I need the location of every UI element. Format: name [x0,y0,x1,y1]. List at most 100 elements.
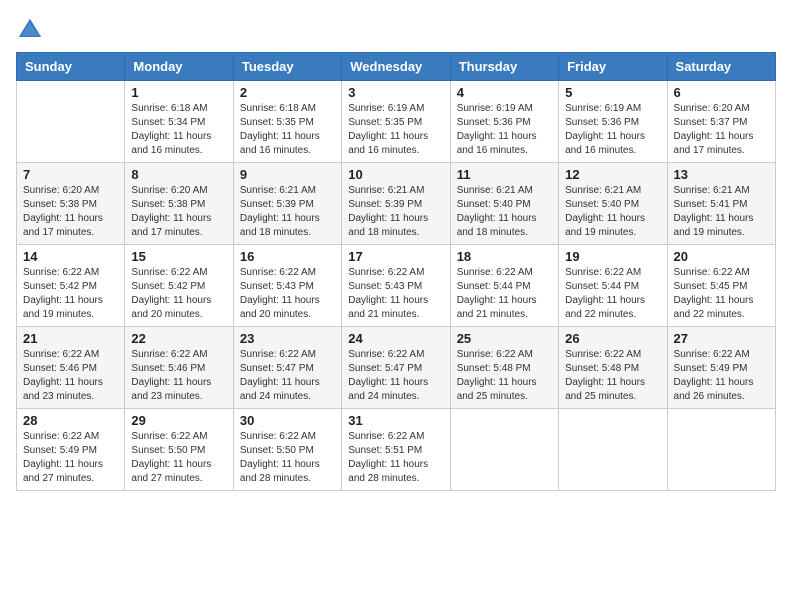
calendar-cell: 9 Sunrise: 6:21 AM Sunset: 5:39 PM Daylig… [233,163,341,245]
calendar-cell: 4 Sunrise: 6:19 AM Sunset: 5:36 PM Daylig… [450,81,558,163]
day-info: Sunrise: 6:22 AM Sunset: 5:51 PM Dayligh… [348,430,443,486]
weekday-header-sunday: Sunday [17,53,125,81]
day-info: Sunrise: 6:19 AM Sunset: 5:35 PM Dayligh… [348,102,443,158]
day-number: 18 [457,249,552,264]
day-number: 4 [457,85,552,100]
week-row-3: 14 Sunrise: 6:22 AM Sunset: 5:42 PM Dayli… [17,245,776,327]
day-number: 30 [240,413,335,428]
weekday-header-monday: Monday [125,53,233,81]
calendar-cell: 11 Sunrise: 6:21 AM Sunset: 5:40 PM Dayli… [450,163,558,245]
day-info: Sunrise: 6:21 AM Sunset: 5:40 PM Dayligh… [457,184,552,240]
day-number: 19 [565,249,660,264]
day-info: Sunrise: 6:22 AM Sunset: 5:46 PM Dayligh… [131,348,226,404]
calendar-cell [667,409,775,491]
calendar-cell: 26 Sunrise: 6:22 AM Sunset: 5:48 PM Dayli… [559,327,667,409]
day-number: 3 [348,85,443,100]
day-number: 22 [131,331,226,346]
day-number: 11 [457,167,552,182]
calendar-cell: 19 Sunrise: 6:22 AM Sunset: 5:44 PM Dayli… [559,245,667,327]
day-number: 17 [348,249,443,264]
calendar-cell: 25 Sunrise: 6:22 AM Sunset: 5:48 PM Dayli… [450,327,558,409]
day-number: 14 [23,249,118,264]
day-number: 27 [674,331,769,346]
week-row-4: 21Sunrise: 6:22 AM Sunset: 5:46 PM Dayli… [17,327,776,409]
day-info: Sunrise: 6:22 AM Sunset: 5:48 PM Dayligh… [565,348,660,404]
calendar-cell: 13 Sunrise: 6:21 AM Sunset: 5:41 PM Dayli… [667,163,775,245]
calendar-cell: 12 Sunrise: 6:21 AM Sunset: 5:40 PM Dayli… [559,163,667,245]
day-info: Sunrise: 6:21 AM Sunset: 5:39 PM Dayligh… [348,184,443,240]
day-info: Sunrise: 6:22 AM Sunset: 5:47 PM Dayligh… [348,348,443,404]
calendar-cell: 17 Sunrise: 6:22 AM Sunset: 5:43 PM Dayli… [342,245,450,327]
week-row-2: 7 Sunrise: 6:20 AM Sunset: 5:38 PM Daylig… [17,163,776,245]
calendar-cell: 24Sunrise: 6:22 AM Sunset: 5:47 PM Dayli… [342,327,450,409]
day-number: 7 [23,167,118,182]
day-number: 6 [674,85,769,100]
day-number: 2 [240,85,335,100]
calendar-cell [17,81,125,163]
day-number: 26 [565,331,660,346]
day-number: 15 [131,249,226,264]
day-info: Sunrise: 6:22 AM Sunset: 5:42 PM Dayligh… [131,266,226,322]
calendar-cell: 5Sunrise: 6:19 AM Sunset: 5:36 PM Daylig… [559,81,667,163]
calendar-cell: 10 Sunrise: 6:21 AM Sunset: 5:39 PM Dayli… [342,163,450,245]
day-number: 1 [131,85,226,100]
calendar-cell [450,409,558,491]
day-info: Sunrise: 6:22 AM Sunset: 5:50 PM Dayligh… [240,430,335,486]
day-info: Sunrise: 6:19 AM Sunset: 5:36 PM Dayligh… [565,102,660,158]
day-info: Sunrise: 6:19 AM Sunset: 5:36 PM Dayligh… [457,102,552,158]
calendar-cell: 21Sunrise: 6:22 AM Sunset: 5:46 PM Dayli… [17,327,125,409]
calendar-cell [559,409,667,491]
calendar-cell: 8Sunrise: 6:20 AM Sunset: 5:38 PM Daylig… [125,163,233,245]
day-info: Sunrise: 6:18 AM Sunset: 5:34 PM Dayligh… [131,102,226,158]
week-row-5: 28 Sunrise: 6:22 AM Sunset: 5:49 PM Dayli… [17,409,776,491]
day-info: Sunrise: 6:22 AM Sunset: 5:44 PM Dayligh… [565,266,660,322]
day-info: Sunrise: 6:22 AM Sunset: 5:42 PM Dayligh… [23,266,118,322]
day-info: Sunrise: 6:21 AM Sunset: 5:41 PM Dayligh… [674,184,769,240]
day-number: 16 [240,249,335,264]
calendar-cell: 6 Sunrise: 6:20 AM Sunset: 5:37 PM Daylig… [667,81,775,163]
day-info: Sunrise: 6:21 AM Sunset: 5:39 PM Dayligh… [240,184,335,240]
day-number: 25 [457,331,552,346]
weekday-header-saturday: Saturday [667,53,775,81]
calendar-cell: 22 Sunrise: 6:22 AM Sunset: 5:46 PM Dayli… [125,327,233,409]
calendar-cell: 2 Sunrise: 6:18 AM Sunset: 5:35 PM Daylig… [233,81,341,163]
day-number: 8 [131,167,226,182]
calendar-cell: 14 Sunrise: 6:22 AM Sunset: 5:42 PM Dayli… [17,245,125,327]
calendar-cell: 29 Sunrise: 6:22 AM Sunset: 5:50 PM Dayli… [125,409,233,491]
calendar-cell: 18Sunrise: 6:22 AM Sunset: 5:44 PM Dayli… [450,245,558,327]
day-number: 31 [348,413,443,428]
logo [16,16,48,44]
day-info: Sunrise: 6:20 AM Sunset: 5:37 PM Dayligh… [674,102,769,158]
day-info: Sunrise: 6:22 AM Sunset: 5:50 PM Dayligh… [131,430,226,486]
weekday-header-wednesday: Wednesday [342,53,450,81]
day-info: Sunrise: 6:22 AM Sunset: 5:43 PM Dayligh… [240,266,335,322]
day-info: Sunrise: 6:22 AM Sunset: 5:45 PM Dayligh… [674,266,769,322]
day-number: 28 [23,413,118,428]
day-number: 10 [348,167,443,182]
day-number: 29 [131,413,226,428]
day-number: 23 [240,331,335,346]
day-info: Sunrise: 6:22 AM Sunset: 5:43 PM Dayligh… [348,266,443,322]
calendar-table: SundayMondayTuesdayWednesdayThursdayFrid… [16,52,776,491]
day-info: Sunrise: 6:21 AM Sunset: 5:40 PM Dayligh… [565,184,660,240]
day-number: 9 [240,167,335,182]
day-info: Sunrise: 6:22 AM Sunset: 5:48 PM Dayligh… [457,348,552,404]
calendar-cell: 28 Sunrise: 6:22 AM Sunset: 5:49 PM Dayli… [17,409,125,491]
day-info: Sunrise: 6:22 AM Sunset: 5:47 PM Dayligh… [240,348,335,404]
weekday-header-row: SundayMondayTuesdayWednesdayThursdayFrid… [17,53,776,81]
weekday-header-friday: Friday [559,53,667,81]
page-header [16,16,776,44]
calendar-cell: 15 Sunrise: 6:22 AM Sunset: 5:42 PM Dayli… [125,245,233,327]
calendar-cell: 31 Sunrise: 6:22 AM Sunset: 5:51 PM Dayli… [342,409,450,491]
calendar-cell: 20Sunrise: 6:22 AM Sunset: 5:45 PM Dayli… [667,245,775,327]
weekday-header-thursday: Thursday [450,53,558,81]
calendar-cell: 30 Sunrise: 6:22 AM Sunset: 5:50 PM Dayli… [233,409,341,491]
day-info: Sunrise: 6:18 AM Sunset: 5:35 PM Dayligh… [240,102,335,158]
calendar-cell: 16 Sunrise: 6:22 AM Sunset: 5:43 PM Dayli… [233,245,341,327]
day-info: Sunrise: 6:20 AM Sunset: 5:38 PM Dayligh… [23,184,118,240]
day-number: 12 [565,167,660,182]
calendar-cell: 1 Sunrise: 6:18 AM Sunset: 5:34 PM Daylig… [125,81,233,163]
day-number: 13 [674,167,769,182]
day-info: Sunrise: 6:22 AM Sunset: 5:49 PM Dayligh… [23,430,118,486]
logo-icon [16,16,44,44]
